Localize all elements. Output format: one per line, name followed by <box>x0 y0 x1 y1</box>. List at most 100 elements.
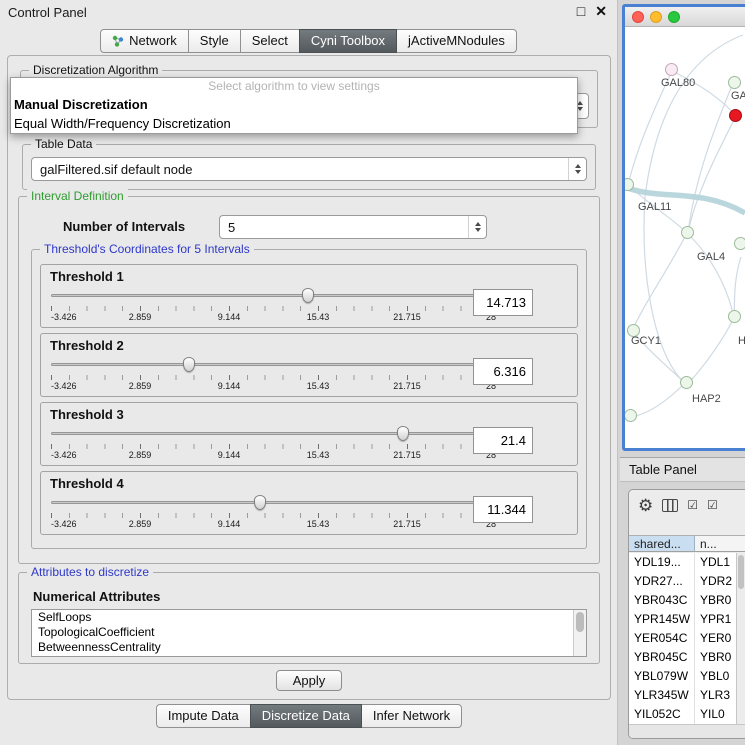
tick-label: 21.715 <box>393 450 421 460</box>
slider-thumb[interactable] <box>254 495 266 510</box>
cell: YPR145W <box>629 610 695 629</box>
slider-thumb[interactable] <box>397 426 409 441</box>
network-node[interactable] <box>728 76 741 89</box>
table-row[interactable]: YDL19...YDL1 <box>629 553 745 572</box>
number-of-intervals-combobox[interactable]: 5 <box>219 215 487 239</box>
chevron-up-icon <box>575 164 581 168</box>
node-label: GAL4 <box>697 251 725 263</box>
scrollbar[interactable] <box>573 610 586 656</box>
table-data-combobox[interactable]: galFiltered.sif default node <box>31 157 587 181</box>
table-row[interactable]: YPR145WYPR1 <box>629 610 745 629</box>
table-row[interactable]: YBR045CYBR0 <box>629 648 745 667</box>
cell: YLR345W <box>629 686 695 705</box>
tab-jactivemnodules[interactable]: jActiveMNodules <box>396 29 517 53</box>
network-canvas[interactable]: GAL80 GA GAL11 GAL4 GCY1 H HAP2 <box>625 27 745 448</box>
slider-track[interactable] <box>51 432 496 435</box>
slider-track[interactable] <box>51 363 496 366</box>
horizontal-scrollbar[interactable] <box>629 724 745 738</box>
network-node[interactable] <box>681 226 694 239</box>
combo-stepper[interactable] <box>568 158 586 180</box>
table-header-row: shared... n... <box>629 535 745 552</box>
threshold-slider[interactable]: -3.426 2.859 9.144 15.43 21.715 28 <box>51 285 496 325</box>
slider-tick-labels: -3.426 2.859 9.144 15.43 21.715 28 <box>51 519 496 530</box>
threshold-value-field[interactable]: 21.4 <box>473 427 533 454</box>
tick-label: 15.43 <box>307 450 330 460</box>
slider-thumb[interactable] <box>302 288 314 303</box>
threshold-value-field[interactable]: 11.344 <box>473 496 533 523</box>
tab-network[interactable]: Network <box>100 29 189 53</box>
close-traffic-light[interactable] <box>632 11 644 23</box>
tick-label: -3.426 <box>51 450 77 460</box>
threshold-slider[interactable]: -3.426 2.859 9.144 15.43 21.715 28 <box>51 492 496 532</box>
table-row[interactable]: YDR27...YDR2 <box>629 572 745 591</box>
network-node[interactable] <box>728 310 741 323</box>
table-row[interactable]: YLR345WYLR3 <box>629 686 745 705</box>
network-window-titlebar[interactable] <box>625 7 745 27</box>
group-title: Table Data <box>31 137 96 151</box>
network-icon <box>112 35 124 47</box>
gear-icon[interactable]: ⚙ <box>638 497 653 514</box>
column-header-shared-name[interactable]: shared... <box>629 536 695 551</box>
combo-stepper[interactable] <box>468 216 486 238</box>
table-row[interactable]: YER054CYER0 <box>629 629 745 648</box>
threshold-slider[interactable]: -3.426 2.859 9.144 15.43 21.715 28 <box>51 423 496 463</box>
zoom-traffic-light[interactable] <box>668 11 680 23</box>
dropdown-option[interactable]: Manual Discretization <box>11 95 577 114</box>
thresholds-group: Threshold's Coordinates for 5 Intervals … <box>31 249 587 549</box>
list-item[interactable]: SelfLoops <box>32 610 586 625</box>
apply-button[interactable]: Apply <box>276 670 342 691</box>
chevron-down-icon <box>575 170 581 174</box>
network-node[interactable] <box>665 63 678 76</box>
tick-label: 15.43 <box>307 519 330 529</box>
threshold-label: Threshold 2 <box>50 338 124 353</box>
threshold-label: Threshold 1 <box>50 269 124 284</box>
tab-style[interactable]: Style <box>188 29 241 53</box>
attributes-listbox[interactable]: SelfLoops TopologicalCoefficient Between… <box>31 609 587 657</box>
checkbox-icon[interactable]: ☑ <box>707 499 718 511</box>
tab-select[interactable]: Select <box>240 29 300 53</box>
scrollbar-thumb[interactable] <box>738 555 744 589</box>
threshold-value-field[interactable]: 6.316 <box>473 358 533 385</box>
cell: YIL052C <box>629 705 695 724</box>
network-node[interactable] <box>734 237 745 250</box>
tick-label: 9.144 <box>218 381 241 391</box>
minimize-traffic-light[interactable] <box>650 11 662 23</box>
table-panel-header: Table Panel <box>620 457 745 482</box>
attributes-group: Attributes to discretize Numerical Attri… <box>18 572 600 664</box>
list-item[interactable]: TopologicalCoefficient <box>32 625 586 640</box>
slider-track[interactable] <box>51 501 496 504</box>
tab-infer-network[interactable]: Infer Network <box>361 704 462 728</box>
node-label: HAP2 <box>692 393 721 405</box>
cell: YDL19... <box>629 553 695 572</box>
table-row[interactable]: YIL052CYIL0 <box>629 705 745 724</box>
columns-icon[interactable] <box>662 499 678 512</box>
tick-label: 21.715 <box>393 519 421 529</box>
dropdown-option[interactable]: Equal Width/Frequency Discretization <box>11 114 577 133</box>
tick-label: 15.43 <box>307 312 330 322</box>
column-header-name[interactable]: n... <box>695 536 745 551</box>
slider-track[interactable] <box>51 294 496 297</box>
threshold-slider[interactable]: -3.426 2.859 9.144 15.43 21.715 28 <box>51 354 496 394</box>
float-window-icon[interactable]: □ <box>577 3 585 20</box>
threshold-value-field[interactable]: 14.713 <box>473 289 533 316</box>
chevron-up-icon <box>475 222 481 226</box>
scrollbar[interactable] <box>736 553 745 724</box>
tab-impute-data[interactable]: Impute Data <box>156 704 251 728</box>
list-item[interactable]: BetweennessCentrality <box>32 640 586 655</box>
tab-discretize-data[interactable]: Discretize Data <box>250 704 362 728</box>
slider-tick-labels: -3.426 2.859 9.144 15.43 21.715 28 <box>51 450 496 461</box>
close-window-icon[interactable]: ✕ <box>595 3 607 20</box>
slider-ticks <box>51 375 496 380</box>
window-buttons: □ ✕ <box>577 3 607 20</box>
number-of-intervals-label: Number of Intervals <box>63 219 185 234</box>
slider-thumb[interactable] <box>183 357 195 372</box>
tick-label: 2.859 <box>129 450 152 460</box>
tab-cyni-toolbox[interactable]: Cyni Toolbox <box>299 29 397 53</box>
network-node[interactable] <box>680 376 693 389</box>
table-row[interactable]: YBL079WYBL0 <box>629 667 745 686</box>
checkbox-icon[interactable]: ☑ <box>687 499 698 511</box>
network-node-selected[interactable] <box>729 109 742 122</box>
scrollbar-thumb[interactable] <box>576 612 584 632</box>
table-row[interactable]: YBR043CYBR0 <box>629 591 745 610</box>
algorithm-dropdown-popup: Select algorithm to view settings Manual… <box>10 77 578 134</box>
